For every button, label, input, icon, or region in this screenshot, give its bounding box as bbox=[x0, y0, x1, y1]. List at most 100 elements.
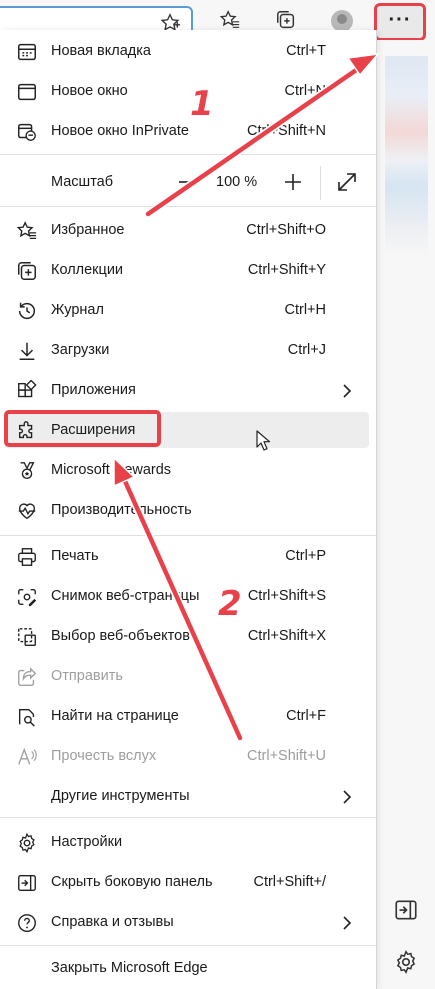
menu-item-hide-sidebar[interactable]: Скрыть боковую панель Ctrl+Shift+/ bbox=[0, 863, 376, 903]
menu-item-share[interactable]: Отправить bbox=[0, 657, 376, 697]
divider bbox=[0, 817, 376, 818]
gear-icon bbox=[19, 832, 35, 854]
apps-icon bbox=[18, 380, 37, 398]
menu-item-label: Загрузки bbox=[51, 342, 110, 358]
shortcut-text: Ctrl+Shift+/ bbox=[253, 874, 326, 890]
menu-item-more-tools[interactable]: Другие инструменты bbox=[0, 777, 376, 817]
menu-item-web-capture[interactable]: Снимок веб-страницы Ctrl+Shift+S bbox=[0, 577, 376, 617]
shortcut-text: Ctrl+P bbox=[285, 548, 326, 564]
read-aloud-icon bbox=[18, 747, 37, 765]
help-icon bbox=[18, 914, 36, 932]
menu-item-label: Другие инструменты bbox=[51, 788, 190, 804]
divider bbox=[0, 154, 376, 155]
annotation-highlight-box bbox=[4, 410, 161, 447]
find-icon bbox=[18, 708, 35, 727]
menu-item-new-inprivate[interactable]: Новое окно InPrivate Ctrl+Shift+N bbox=[0, 112, 376, 152]
medal-icon bbox=[20, 462, 35, 480]
settings-and-more-button[interactable]: ··· bbox=[374, 3, 426, 41]
menu-item-label: Справка и отзывы bbox=[51, 914, 174, 930]
menu-item-label: Прочесть вслух bbox=[51, 748, 157, 764]
menu-item-find[interactable]: Найти на странице Ctrl+F bbox=[0, 697, 376, 737]
menu-item-label: Microsoft Rewards bbox=[51, 462, 172, 478]
shortcut-text: Ctrl+Shift+S bbox=[247, 588, 326, 604]
chevron-right-icon bbox=[343, 916, 352, 930]
menu-item-web-select[interactable]: Выбор веб-объектов Ctrl+Shift+X bbox=[0, 617, 376, 657]
star-list-icon bbox=[16, 221, 37, 239]
zoom-level-value: 100 % bbox=[216, 174, 258, 190]
shortcut-text: Ctrl+F bbox=[286, 708, 326, 724]
menu-item-label: Новое окно bbox=[51, 83, 128, 99]
shortcut-text: Ctrl+Shift+N bbox=[247, 123, 326, 139]
web-select-icon bbox=[18, 628, 36, 646]
shortcut-text: Ctrl+Shift+O bbox=[246, 222, 326, 238]
collections-icon bbox=[18, 262, 36, 280]
blurred-page-content bbox=[385, 56, 428, 256]
download-icon bbox=[19, 342, 35, 360]
menu-item-microsoft-rewards[interactable]: Microsoft Rewards bbox=[0, 451, 376, 491]
chevron-right-icon bbox=[343, 384, 352, 398]
printer-icon bbox=[18, 548, 36, 566]
hide-sidebar-icon bbox=[18, 874, 36, 892]
menu-item-performance[interactable]: Производительность bbox=[0, 491, 376, 531]
menu-item-label: Настройки bbox=[51, 834, 123, 850]
zoom-out-button[interactable] bbox=[172, 167, 202, 197]
menu-item-label: Отправить bbox=[51, 668, 123, 684]
menu-item-close-edge[interactable]: Закрыть Microsoft Edge bbox=[0, 949, 376, 989]
history-icon bbox=[18, 302, 36, 320]
annotation-step-2: 2 bbox=[218, 584, 242, 624]
divider bbox=[0, 945, 376, 946]
menu-item-label: Новое окно InPrivate bbox=[51, 123, 189, 139]
menu-item-label: Снимок веб-страницы bbox=[51, 588, 200, 604]
menu-item-collections[interactable]: Коллекции Ctrl+Shift+Y bbox=[0, 251, 376, 291]
hide-sidebar-toggle-icon[interactable] bbox=[393, 897, 419, 923]
shortcut-text: Ctrl+Shift+X bbox=[247, 628, 326, 644]
mouse-cursor-icon bbox=[256, 430, 271, 451]
menu-item-label: Избранное bbox=[51, 222, 125, 238]
menu-item-label: Найти на странице bbox=[51, 708, 179, 724]
menu-item-label: Печать bbox=[51, 548, 99, 564]
screenshot-icon bbox=[18, 588, 37, 607]
menu-item-help[interactable]: Справка и отзывы bbox=[0, 903, 376, 943]
menu-item-label: Закрыть Microsoft Edge bbox=[51, 960, 208, 976]
shortcut-text: Ctrl+Shift+U bbox=[247, 748, 326, 764]
shortcut-text: Ctrl+N bbox=[284, 83, 327, 99]
menu-item-label: Новая вкладка bbox=[51, 43, 151, 59]
menu-item-downloads[interactable]: Загрузки Ctrl+J bbox=[0, 331, 376, 371]
menu-item-label: Скрыть боковую панель bbox=[51, 874, 213, 890]
chevron-right-icon bbox=[343, 790, 352, 804]
menu-item-favorites[interactable]: Избранное Ctrl+Shift+O bbox=[0, 211, 376, 251]
heartbeat-icon bbox=[18, 503, 36, 520]
profile-avatar[interactable] bbox=[331, 10, 353, 32]
new-tab-icon bbox=[18, 43, 36, 61]
zoom-row: Масштаб 100 % bbox=[0, 163, 376, 203]
inprivate-icon bbox=[18, 123, 36, 141]
menu-item-label: Выбор веб-объектов bbox=[51, 628, 190, 644]
collections-toolbar-icon[interactable] bbox=[275, 9, 297, 31]
divider bbox=[0, 206, 376, 207]
menu-item-new-window[interactable]: Новое окно Ctrl+N bbox=[0, 72, 376, 112]
shortcut-text: Ctrl+T bbox=[286, 43, 326, 59]
fullscreen-icon[interactable] bbox=[334, 169, 360, 195]
menu-item-apps[interactable]: Приложения bbox=[0, 371, 376, 411]
window-icon bbox=[18, 83, 36, 101]
zoom-label: Масштаб bbox=[51, 174, 114, 190]
share-icon bbox=[18, 667, 37, 686]
shortcut-text: Ctrl+H bbox=[284, 302, 327, 318]
zoom-in-button[interactable] bbox=[278, 167, 308, 197]
divider bbox=[0, 535, 376, 536]
menu-item-new-tab[interactable]: Новая вкладка Ctrl+T bbox=[0, 32, 376, 72]
menu-item-read-aloud[interactable]: Прочесть вслух Ctrl+Shift+U bbox=[0, 737, 376, 777]
sidebar-panel bbox=[376, 40, 435, 989]
divider bbox=[320, 166, 321, 200]
favorites-icon[interactable] bbox=[219, 9, 241, 31]
menu-item-print[interactable]: Печать Ctrl+P bbox=[0, 537, 376, 577]
shortcut-text: Ctrl+J bbox=[287, 342, 326, 358]
menu-item-history[interactable]: Журнал Ctrl+H bbox=[0, 291, 376, 331]
annotation-step-1: 1 bbox=[190, 84, 214, 124]
menu-item-label: Журнал bbox=[51, 302, 104, 318]
menu-item-label: Приложения bbox=[51, 382, 136, 398]
shortcut-text: Ctrl+Shift+Y bbox=[247, 262, 326, 278]
menu-item-settings[interactable]: Настройки bbox=[0, 823, 376, 863]
menu-item-label: Производительность bbox=[51, 502, 192, 518]
sidebar-settings-icon[interactable] bbox=[393, 949, 419, 975]
